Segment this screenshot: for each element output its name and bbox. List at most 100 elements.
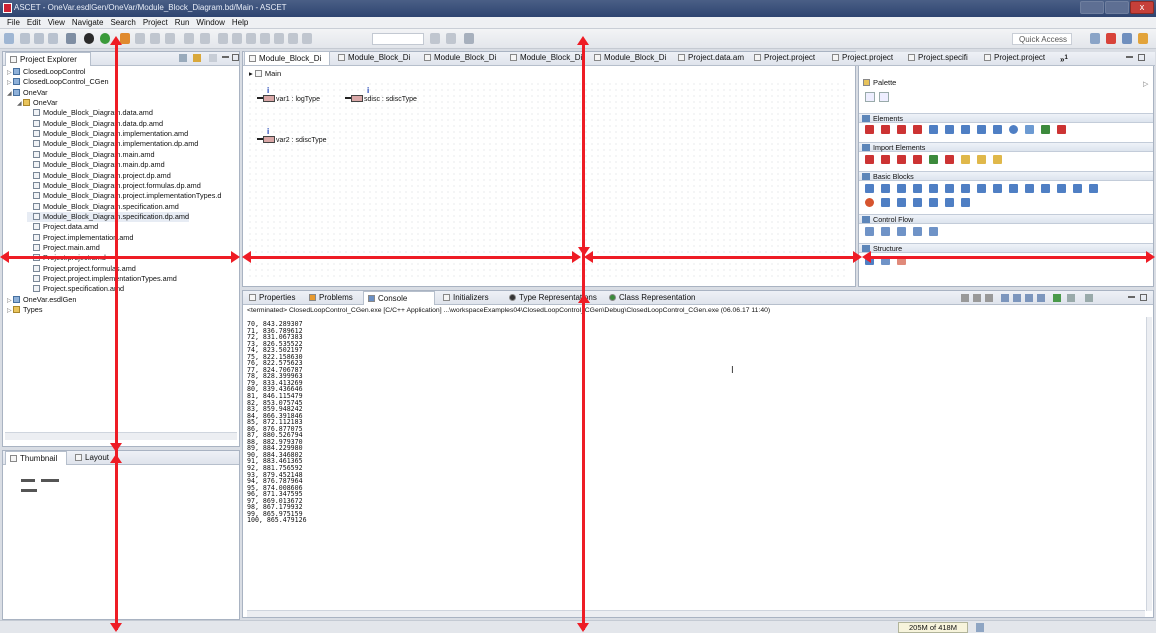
debug-perspective-icon[interactable] [1138,33,1148,44]
multiply-icon[interactable] [897,184,906,193]
tree-item[interactable]: ◢ OneVar [17,98,58,108]
break-icon[interactable] [929,227,938,236]
save-all-icon[interactable] [34,33,44,44]
element-icon[interactable] [881,155,890,164]
percent-icon[interactable] [929,198,938,207]
tree-item[interactable]: ▷ Types [7,305,42,315]
garbage-collect-icon[interactable] [976,623,984,632]
tree-item[interactable]: Project.specification.amd [27,284,124,294]
not-equal-icon[interactable] [1073,184,1082,193]
word-wrap-icon[interactable] [1025,294,1033,302]
new-icon[interactable] [4,33,14,44]
save-icon[interactable] [20,33,30,44]
tree-item[interactable]: Module_Block_Diagram.implementation.amd [27,129,188,139]
element-icon[interactable] [865,125,874,134]
print-icon[interactable] [48,33,58,44]
show-on-output-icon[interactable] [1037,294,1045,302]
abs-icon[interactable] [961,184,970,193]
element-icon[interactable] [929,125,938,134]
run-icon[interactable] [100,33,110,44]
greater-equal-icon[interactable] [1041,184,1050,193]
block-var2[interactable]: var2 : sdiscType [257,136,327,146]
redo-icon[interactable] [446,33,456,44]
heap-status[interactable]: 205M of 418M [898,622,968,633]
min-icon[interactable] [881,198,890,207]
align-top-icon[interactable] [260,33,270,44]
equal-icon[interactable] [1057,184,1066,193]
remove-launch-icon[interactable] [973,294,981,302]
editor-tab[interactable]: Module_Block_Di [420,51,504,65]
element-icon[interactable] [897,125,906,134]
element-icon[interactable] [929,155,938,164]
menu-search[interactable]: Search [110,17,135,29]
zoom-combo[interactable] [372,33,424,45]
align-center-icon[interactable] [232,33,242,44]
tree-item[interactable]: Module_Block_Diagram.data.dp.amd [27,119,163,129]
tree-item[interactable]: ▷ OneVar.esdlGen [7,295,76,305]
while-icon[interactable] [897,227,906,236]
element-icon[interactable] [913,155,922,164]
menu-help[interactable]: Help [232,17,248,29]
tab-overflow-button[interactable]: »1 [1056,51,1080,65]
add-icon[interactable] [865,184,874,193]
menu-window[interactable]: Window [196,17,224,29]
tree-item[interactable]: Project.data.amd [27,222,98,232]
or-icon[interactable] [977,184,986,193]
search-icon[interactable] [135,33,145,44]
max-icon[interactable] [897,198,906,207]
tab-console[interactable]: Console [363,291,435,305]
breadcrumb[interactable]: ▸ Main [249,69,281,78]
align-right-icon[interactable] [246,33,256,44]
pin-console-icon[interactable] [1053,294,1061,302]
tab-properties[interactable]: Properties [245,291,303,305]
build-icon[interactable] [66,33,76,44]
menu-view[interactable]: View [48,17,65,29]
open-perspective-icon[interactable] [1090,33,1100,44]
modulo-icon[interactable] [929,184,938,193]
element-icon[interactable] [1057,125,1066,134]
delete-icon[interactable] [464,33,474,44]
tree-item[interactable]: Module_Block_Diagram.specification.dp.am… [27,211,190,222]
collapse-all-icon[interactable] [179,54,187,62]
element-icon[interactable] [945,125,954,134]
palette-section-control-flow[interactable]: Control Flow [859,214,1153,224]
palette-section-structure[interactable]: Structure [859,243,1153,253]
tree-item[interactable]: Module_Block_Diagram.data.amd [27,108,153,118]
delay-icon[interactable] [961,198,970,207]
undo-icon[interactable] [430,33,440,44]
quick-access-field[interactable]: Quick Access [1012,33,1072,45]
not-icon[interactable] [865,198,874,207]
palette-section-import-elements[interactable]: Import Elements [859,142,1153,152]
window-title-bar[interactable]: ASCET - OneVar.esdlGen/OneVar/Module_Blo… [0,0,1156,17]
maximize-button[interactable] [1105,1,1129,14]
and-icon[interactable] [945,184,954,193]
less-equal-icon[interactable] [1025,184,1034,193]
element-icon[interactable] [865,155,874,164]
scroll-lock-icon[interactable] [1013,294,1021,302]
editor-tab[interactable]: Project.project [750,51,826,65]
switch-case-icon[interactable] [913,227,922,236]
tree-item[interactable]: Module_Block_Diagram.project.implementat… [27,191,221,201]
align-middle-icon[interactable] [274,33,284,44]
element-icon[interactable] [945,155,954,164]
tab-initializers[interactable]: Initializers [439,291,501,305]
tree-item[interactable]: Module_Block_Diagram.main.dp.amd [27,160,165,170]
element-icon[interactable] [1009,125,1018,134]
tree-item[interactable]: ▷ ClosedLoopControl_CGen [7,77,109,87]
element-icon[interactable] [881,125,890,134]
if-else-icon[interactable] [881,227,890,236]
horizontal-scrollbar[interactable] [5,432,237,440]
block-sdisc[interactable]: sdisc : sdiscType [345,95,417,105]
less-icon[interactable] [1009,184,1018,193]
tree-item[interactable]: Project.project.implementationTypes.amd [27,274,177,284]
editor-tab[interactable]: Project.project [828,51,904,65]
prev-annotation-icon[interactable] [165,33,175,44]
palette-collapse-icon[interactable]: ▷ [1143,80,1148,88]
editor-tab[interactable]: Project.project [980,51,1052,65]
palette-section-elements[interactable]: Elements [859,113,1153,123]
element-icon[interactable] [961,155,970,164]
align-left-icon[interactable] [218,33,228,44]
editor-tab[interactable]: Project.specifi [904,51,978,65]
minimize-editor-icon[interactable] [1126,56,1133,58]
editor-tab[interactable]: Module_Block_Di [506,51,590,65]
